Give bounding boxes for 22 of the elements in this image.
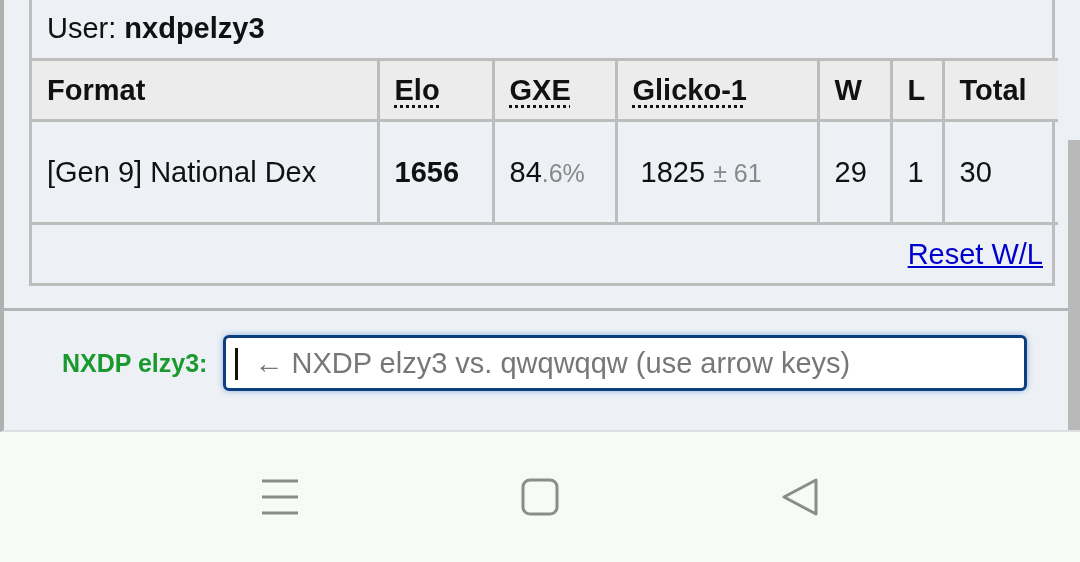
column-header: Format xyxy=(32,59,378,121)
column-header: L xyxy=(891,59,943,121)
table-cell: 1 xyxy=(891,120,943,224)
column-header: GXE xyxy=(493,59,616,121)
column-header: Glicko-1 xyxy=(616,59,818,121)
column-header: Elo xyxy=(378,59,493,121)
column-header: W xyxy=(818,59,891,121)
table-cell: 1825 ± 61 xyxy=(616,120,818,224)
reset-link[interactable]: Reset W/L xyxy=(907,238,1043,270)
column-header: Total xyxy=(943,59,1058,121)
table-cell: [Gen 9] National Dex xyxy=(32,120,378,224)
table-cell: 84.6% xyxy=(493,120,616,224)
player-label: NXDP elzy3: xyxy=(62,348,208,378)
menu-icon[interactable] xyxy=(261,479,299,515)
user-label: User: nxdpelzy3 xyxy=(46,11,266,46)
chat-input-field[interactable]: ← NXDP elzy3 vs. qwqwqqw (use arrow keys) xyxy=(223,335,1028,391)
table-cell: 29 xyxy=(818,120,891,224)
back-icon[interactable] xyxy=(781,478,819,516)
scrollbar[interactable] xyxy=(1068,140,1080,430)
text-cursor-icon xyxy=(235,348,239,380)
home-icon[interactable] xyxy=(521,478,559,516)
table-cell: 1656 xyxy=(378,120,493,224)
